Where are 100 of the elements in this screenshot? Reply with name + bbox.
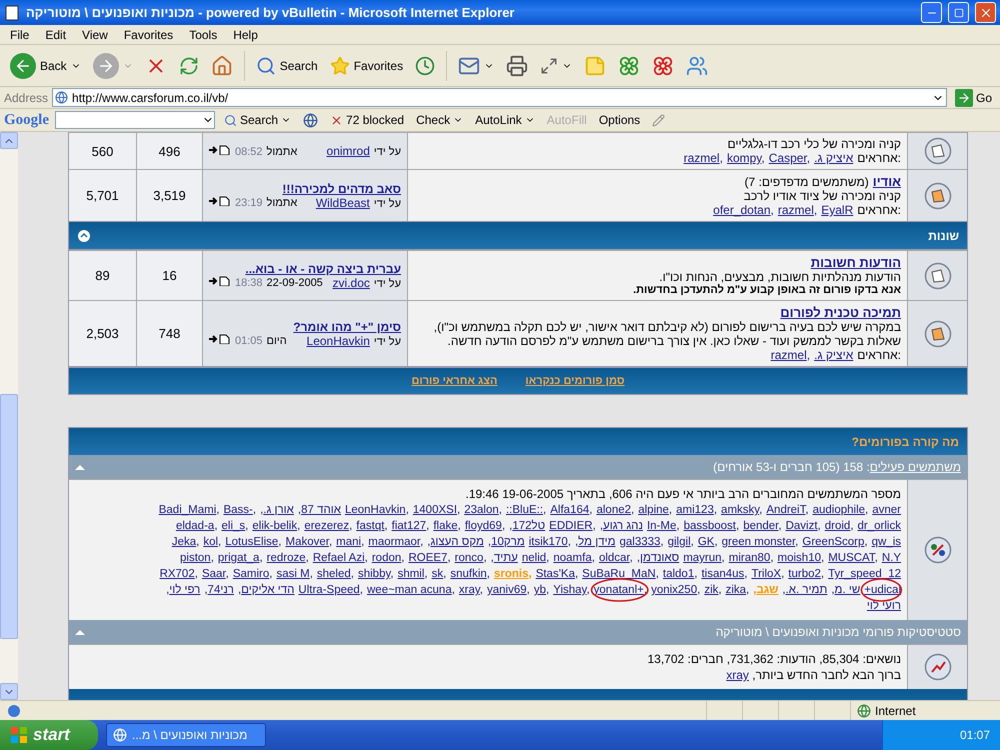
username-link[interactable]: Tyr_speed_12 (828, 566, 901, 582)
menu-item[interactable]: Favorites (116, 28, 182, 42)
username-link[interactable]: nelid, (522, 550, 550, 566)
username-link[interactable]: ronco, (454, 550, 487, 566)
username-link[interactable]: yonix250, (651, 582, 700, 598)
username-link[interactable]: EDDIER, (549, 518, 596, 534)
username-link[interactable]: gal3333, (619, 534, 664, 550)
username-link[interactable]: הדי אליקים, (238, 582, 294, 598)
username-link[interactable]: green monster, (722, 534, 798, 550)
username-link[interactable]: gilgil, (668, 534, 694, 550)
username-link[interactable]: SuBaRu_MaN, (582, 566, 659, 582)
username-link[interactable]: amksky, (721, 502, 762, 518)
username-link[interactable]: noamfa, (553, 550, 595, 566)
last-post-title-link[interactable]: עברית ביצה קשה - או - בוא... (209, 262, 401, 276)
username-link[interactable]: Bass-, (223, 502, 256, 518)
username-link[interactable]: droid, (824, 518, 854, 534)
spell-check-button[interactable]: Check (413, 113, 466, 127)
last-post-title-link[interactable]: סימן "+" מהו אומר? (209, 320, 401, 334)
forum-title-link[interactable]: הודעות חשובות (810, 255, 901, 270)
username-link[interactable]: רפי לוי, (166, 582, 200, 598)
moderator-link[interactable]: kompy, (726, 151, 765, 165)
username-link[interactable]: wee~man acuna, (367, 582, 455, 598)
username-link[interactable]: מידן מל, (574, 534, 616, 550)
google-search-button[interactable]: Search (221, 113, 294, 127)
username-link[interactable]: מקס העצוג, (427, 534, 484, 550)
username-link[interactable]: Stas'Ka, (536, 566, 578, 582)
username-link[interactable]: dr_orlick (858, 518, 901, 534)
username-link[interactable]: ::BluE::, (506, 502, 546, 518)
username-link[interactable]: Ultra-Speed, (298, 582, 363, 598)
close-button[interactable] (975, 2, 996, 23)
username-link[interactable]: erezerez, (304, 518, 352, 534)
username-link[interactable]: xray, (458, 582, 483, 598)
username-link[interactable]: audiophile, (812, 502, 868, 518)
username-link[interactable]: fastqt, (356, 518, 388, 534)
username-link[interactable]: sasi M, (276, 566, 313, 582)
username-link[interactable]: turbo2, (788, 566, 824, 582)
autolink-button[interactable]: AutoLink (472, 113, 538, 127)
address-field[interactable]: http://www.carsforum.co.il/vb/ (52, 88, 947, 107)
username-link[interactable]: Makover, (285, 534, 332, 550)
username-link[interactable]: flake, (433, 518, 461, 534)
username-link[interactable]: AndreiT, (766, 502, 809, 518)
username-link[interactable]: oldcar, (598, 550, 633, 566)
username-link[interactable]: yaniv69, (487, 582, 530, 598)
username-link[interactable]: avner (872, 502, 901, 518)
favorites-button[interactable]: Favorites (326, 54, 408, 78)
username-link[interactable]: prigat_a, (218, 550, 263, 566)
moderator-link[interactable]: razmel, (684, 151, 723, 165)
username-link[interactable]: נהג רגוע, (600, 518, 643, 534)
moderator-link[interactable]: Casper, (768, 151, 810, 165)
username-link[interactable]: רועי לוי (866, 598, 901, 614)
username-link[interactable]: GK, (698, 534, 718, 550)
username-link[interactable]: zik, (704, 582, 722, 598)
google-logo[interactable]: Google (4, 112, 49, 128)
username-link[interactable]: טל172, (509, 518, 546, 534)
username-link[interactable]: mayrun, (683, 550, 725, 566)
username-link[interactable]: qw_is (872, 534, 901, 550)
last-poster-link[interactable]: LeonHavkin (306, 334, 370, 348)
back-button[interactable]: Back (6, 50, 85, 80)
moderator-link[interactable]: איציק ג. (814, 151, 854, 165)
username-link[interactable]: RX702, (160, 566, 198, 582)
username-link[interactable]: רני74, (204, 582, 234, 598)
search-button[interactable]: Search (252, 54, 322, 78)
moderator-link[interactable]: razmel, (778, 203, 818, 217)
moderator-link[interactable]: איציק ג. (814, 348, 854, 362)
username-link[interactable]: אורן ג., (260, 502, 294, 518)
username-link[interactable]: ROEE7, (408, 550, 451, 566)
username-link[interactable]: zika, (726, 582, 750, 598)
menu-item[interactable]: Tools (181, 28, 226, 42)
maximize-button[interactable] (948, 2, 969, 23)
username-link[interactable]: sheled, (316, 566, 354, 582)
username-link[interactable]: taldo1, (662, 566, 698, 582)
username-link[interactable]: itsik170, (528, 534, 571, 550)
moderator-link[interactable]: razmel, (770, 348, 810, 362)
username-link[interactable]: 23alon, (464, 502, 502, 518)
username-link[interactable]: floyd69, (464, 518, 506, 534)
menu-item[interactable]: View (74, 28, 116, 42)
username-link[interactable]: bassboost, (684, 518, 740, 534)
username-link[interactable]: shibby, (358, 566, 394, 582)
username-link[interactable]: yb, (534, 582, 550, 598)
menu-item[interactable]: Help (225, 28, 266, 42)
username-link[interactable]: redroze, (266, 550, 309, 566)
popup-blocker-button[interactable]: 72 blocked (327, 113, 408, 127)
menu-item[interactable]: Edit (37, 28, 74, 42)
go-button[interactable]: Go (950, 88, 996, 106)
username-link[interactable]: TriloX, (751, 566, 784, 582)
start-button[interactable]: start (0, 720, 98, 750)
username-link[interactable]: tisan4us, (701, 566, 748, 582)
username-link[interactable]: LotusElise, (225, 534, 282, 550)
moderator-link[interactable]: ofer_dotan, (713, 203, 774, 217)
username-link[interactable]: סאונדמן, (636, 550, 680, 566)
taskbar-window-button[interactable]: מכוניות ואופנועים \ מ... (106, 723, 266, 747)
username-link[interactable]: Samiro, (232, 566, 272, 582)
username-link[interactable]: miran80, (728, 550, 774, 566)
username-link[interactable]: Jeka, (172, 534, 200, 550)
newest-member-link[interactable]: xray (726, 668, 749, 682)
username-link[interactable]: GreenScorp, (802, 534, 868, 550)
username-link[interactable]: ami123, (676, 502, 718, 518)
username-link[interactable]: LeonHavkin, (344, 502, 409, 518)
username-link[interactable]: fiat127, (392, 518, 430, 534)
menu-item[interactable]: File (2, 28, 38, 42)
